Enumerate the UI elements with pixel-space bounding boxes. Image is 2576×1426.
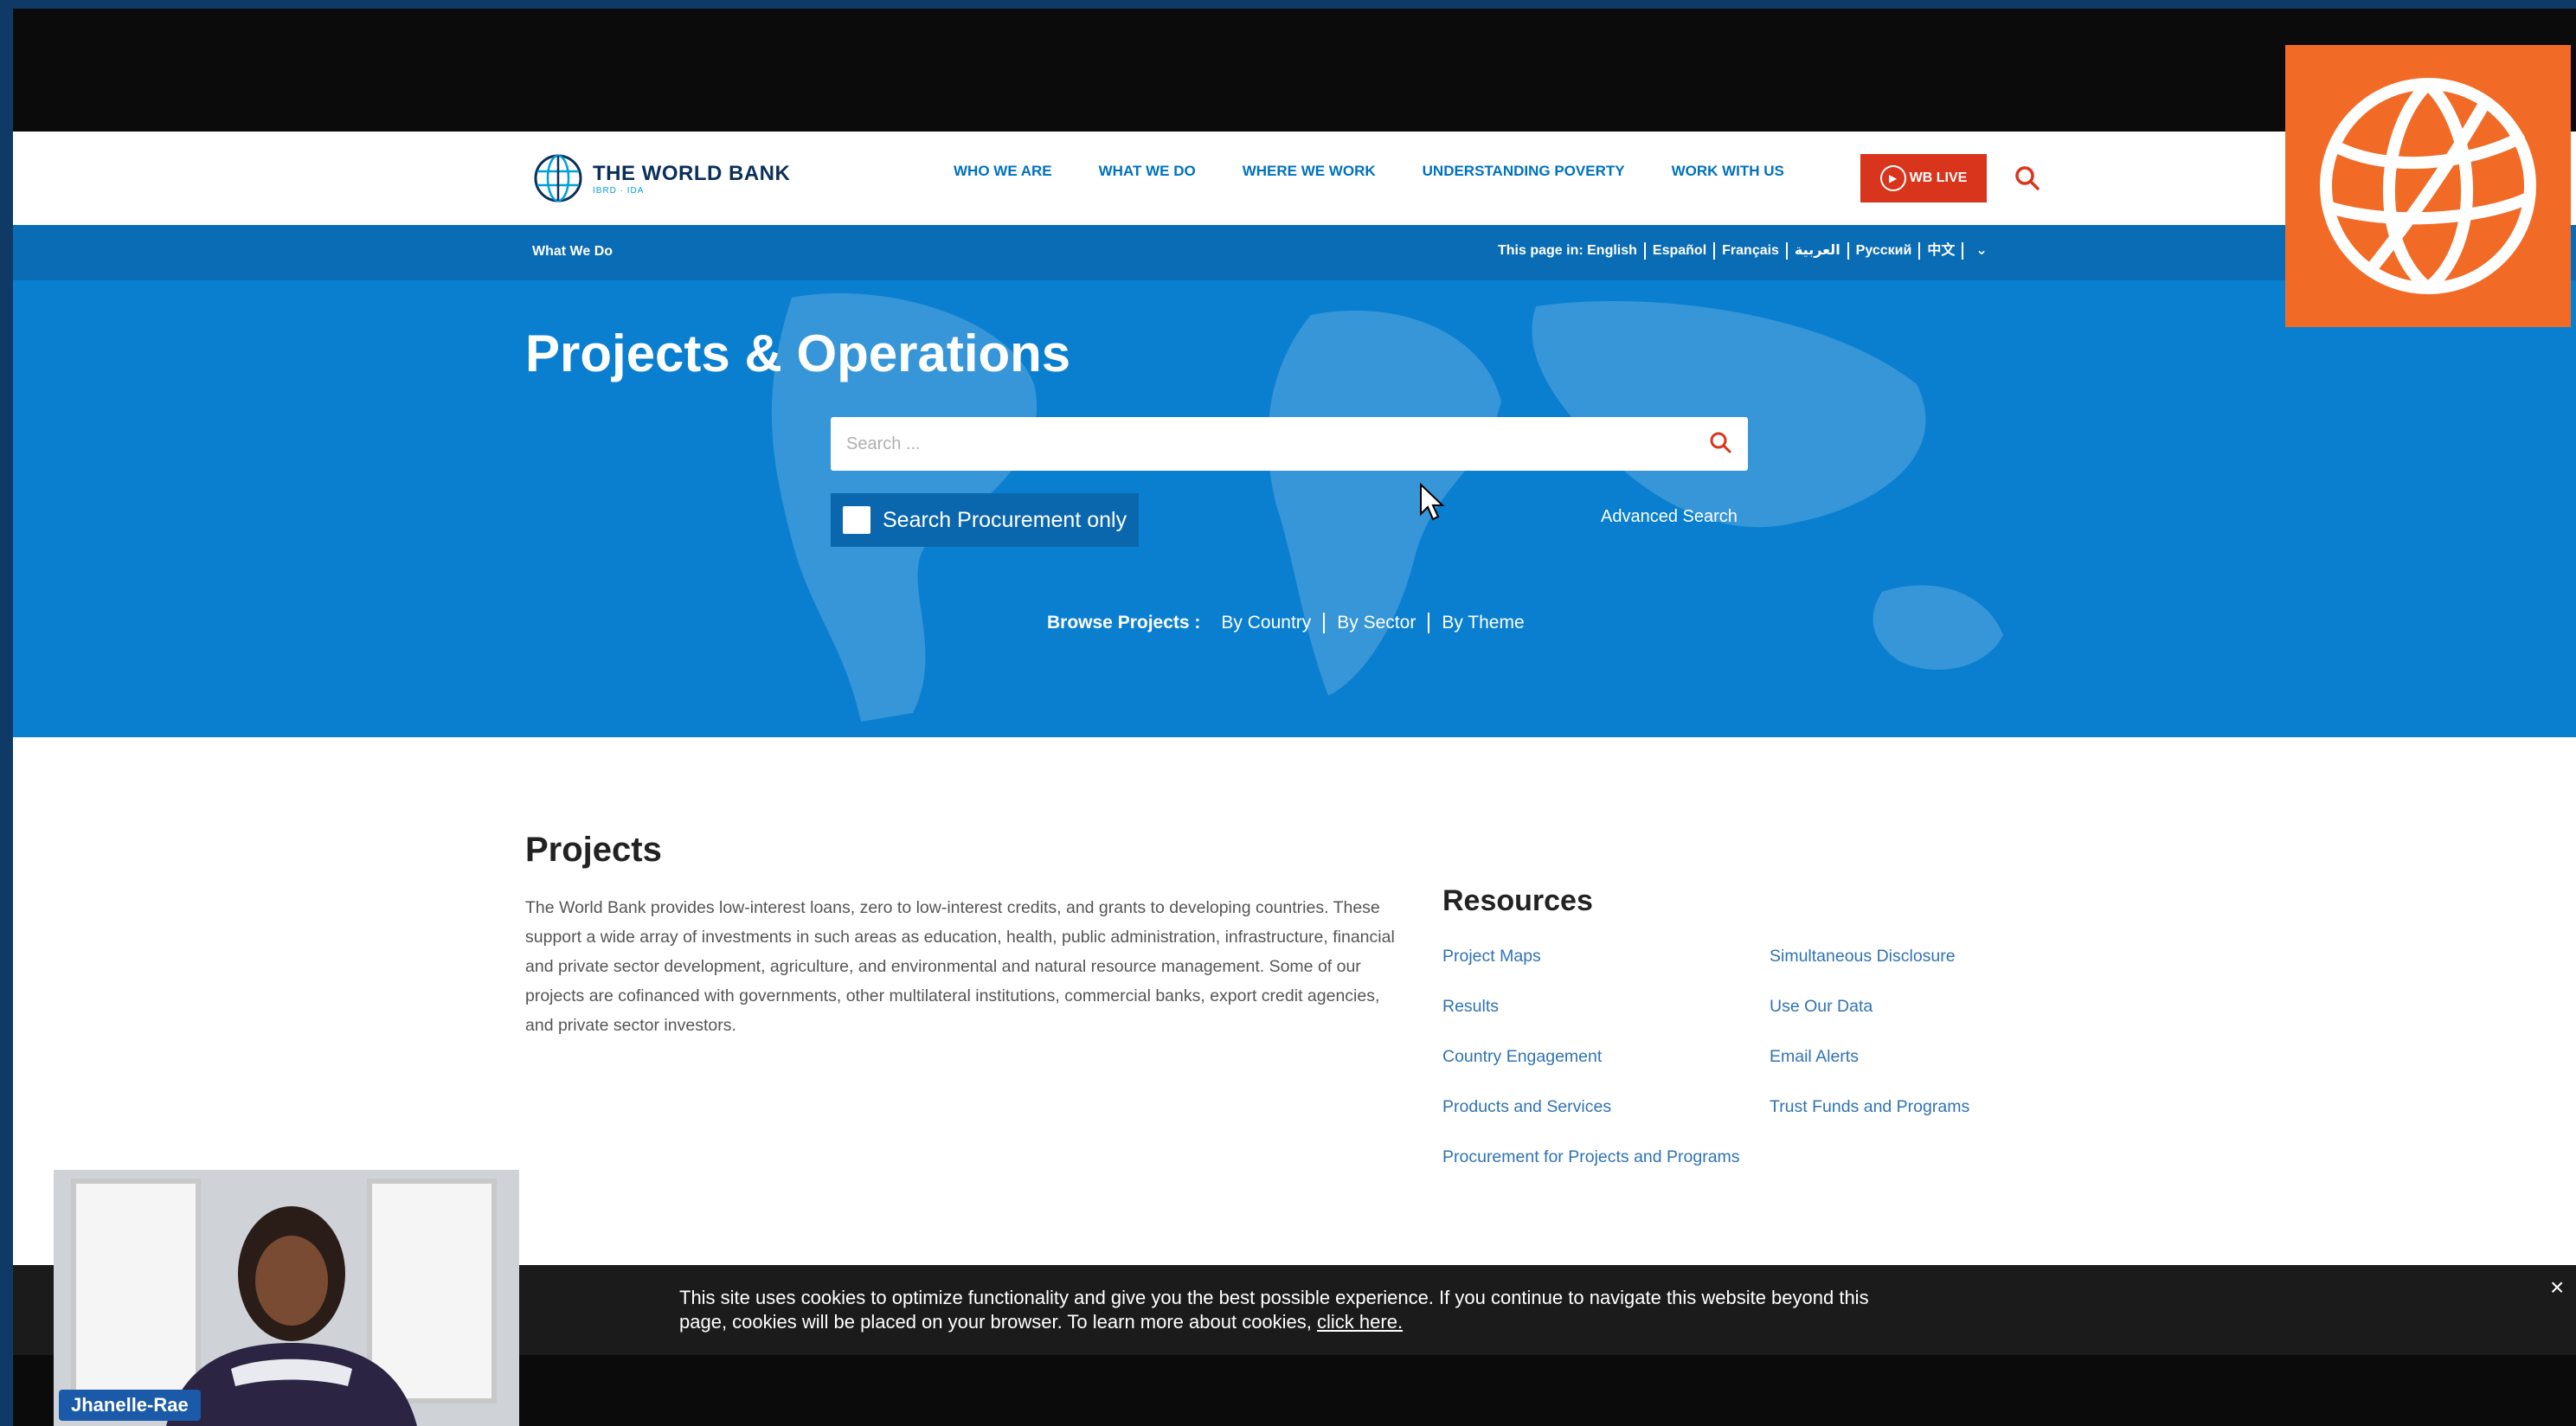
resource-email-alerts[interactable]: Email Alerts <box>1770 1042 2098 1071</box>
language-selector: This page in: English Español Français ا… <box>1491 242 1995 260</box>
world-bank-logo[interactable]: THE WORLD BANK IBRD · IDA <box>532 152 790 204</box>
browse-projects: Browse Projects : By Country By Sector B… <box>1047 613 1537 633</box>
sub-navigation: What We Do This page in: English Español… <box>13 225 2576 280</box>
project-search-input[interactable] <box>831 417 1687 471</box>
nav-what-we-do[interactable]: WHAT WE DO <box>1076 163 1219 180</box>
world-map-background <box>771 292 2003 722</box>
lang-francais[interactable]: Français <box>1715 242 1788 260</box>
chevron-down-icon[interactable]: ⌄ <box>1969 242 1994 260</box>
nav-where-we-work[interactable]: WHERE WE WORK <box>1219 163 1399 180</box>
procurement-only-toggle[interactable]: Search Procurement only <box>831 493 1140 547</box>
browse-by-sector[interactable]: By Sector <box>1325 613 1430 633</box>
project-search-box <box>831 417 1748 471</box>
resource-procurement[interactable]: Procurement for Projects and Programs <box>1442 1142 1770 1172</box>
search-icon[interactable] <box>1706 428 1736 458</box>
page-title: Projects & Operations <box>525 324 1071 382</box>
presenter-figure <box>166 1206 417 1426</box>
projects-description: The World Bank provides low-interest loa… <box>525 898 1395 1035</box>
wb-live-label: WB LIVE <box>1909 170 1968 185</box>
projects-heading: Projects <box>525 831 662 869</box>
browse-by-theme[interactable]: By Theme <box>1429 613 1536 633</box>
nav-work-with-us[interactable]: WORK WITH US <box>1648 163 1808 180</box>
logo-subtitle: IBRD · IDA <box>593 185 645 196</box>
lang-russian[interactable]: Русский <box>1849 242 1921 260</box>
browse-label: Browse Projects : <box>1047 613 1201 633</box>
resource-results[interactable]: Results <box>1442 992 1770 1021</box>
resource-trust-funds[interactable]: Trust Funds and Programs <box>1770 1092 2098 1121</box>
resource-country-engagement[interactable]: Country Engagement <box>1442 1042 1770 1071</box>
world-bank-orange-logo <box>2285 45 2571 327</box>
search-icon[interactable] <box>2012 163 2043 194</box>
resources-list: Project Maps Simultaneous Disclosure Res… <box>1442 941 2100 1172</box>
nav-understanding-poverty[interactable]: UNDERSTANDING POVERTY <box>1399 163 1648 180</box>
cookie-message: This site uses cookies to optimize funct… <box>679 1286 1908 1334</box>
resource-use-our-data[interactable]: Use Our Data <box>1770 992 2098 1021</box>
resource-products-and-services[interactable]: Products and Services <box>1442 1092 1770 1121</box>
cookie-text: This site uses cookies to optimize funct… <box>679 1287 1869 1333</box>
play-icon: ▶ <box>1879 165 1906 191</box>
globe-icon <box>2320 78 2536 294</box>
resources-heading: Resources <box>1442 884 1593 917</box>
lang-arabic[interactable]: العربية <box>1788 242 1849 260</box>
site-header: THE WORLD BANK IBRD · IDA WHO WE ARE WHA… <box>13 132 2576 225</box>
cookie-click-here-link[interactable]: click here. <box>1317 1311 1403 1333</box>
hero-banner: Projects & Operations Search Procurement… <box>13 280 2576 737</box>
lang-espanol[interactable]: Español <box>1646 242 1716 260</box>
resource-simultaneous-disclosure[interactable]: Simultaneous Disclosure <box>1770 941 2098 971</box>
participant-name-tag: Jhanelle-Rae <box>59 1390 201 1421</box>
window-frame-top <box>0 0 2576 9</box>
logo-name: THE WORLD BANK <box>593 161 791 185</box>
procurement-checkbox[interactable] <box>843 506 870 534</box>
nav-who-we-are[interactable]: WHO WE ARE <box>930 163 1076 180</box>
globe-icon <box>534 154 582 202</box>
mouse-cursor <box>1420 483 1445 521</box>
lang-english[interactable]: This page in: English <box>1491 242 1646 260</box>
wb-live-button[interactable]: ▶ WB LIVE <box>1860 154 1987 202</box>
resource-project-maps[interactable]: Project Maps <box>1442 941 1770 971</box>
window-frame-left <box>0 0 13 1426</box>
advanced-search-link[interactable]: Advanced Search <box>1601 507 1738 527</box>
top-black-bar <box>13 9 2576 132</box>
section-breadcrumb[interactable]: What We Do <box>532 244 613 260</box>
main-nav: WHO WE ARE WHAT WE DO WHERE WE WORK UNDE… <box>930 163 1808 180</box>
webcam-overlay: Jhanelle-Rae <box>54 1170 519 1426</box>
lang-chinese[interactable]: 中文 <box>1920 242 1964 260</box>
browse-by-country[interactable]: By Country <box>1209 613 1326 633</box>
close-icon[interactable]: × <box>2550 1274 2564 1301</box>
procurement-label: Search Procurement only <box>883 507 1127 532</box>
